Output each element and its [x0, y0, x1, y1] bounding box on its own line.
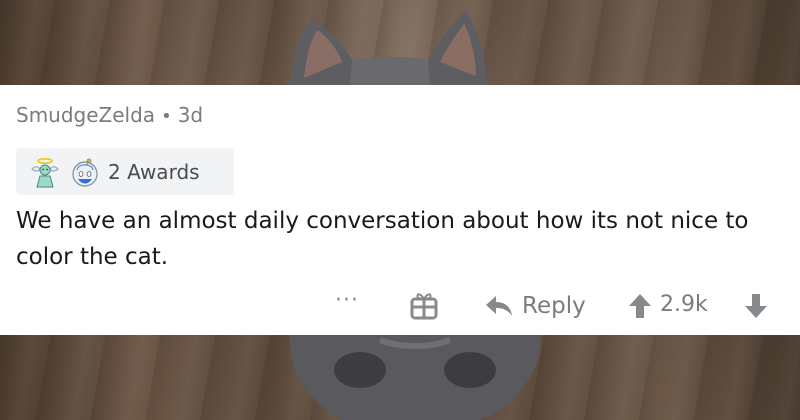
reply-button[interactable]: Reply [484, 288, 586, 324]
angel-award-icon [31, 157, 59, 187]
awards-count-label: 2 Awards [108, 159, 200, 184]
comment-meta: SmudgeZelda • 3d [16, 103, 203, 127]
awards-badge[interactable]: 2 Awards [16, 148, 234, 195]
comment-age: 3d [177, 103, 204, 127]
comment-actions-bar: ··· Reply 2.9k [0, 284, 800, 328]
downvote-arrow-icon[interactable] [744, 292, 768, 320]
author-name[interactable]: SmudgeZelda [16, 103, 155, 127]
more-options-button[interactable]: ··· [332, 290, 362, 320]
reply-arrow-icon [486, 296, 512, 316]
gift-icon[interactable] [410, 290, 438, 320]
reply-label: Reply [522, 293, 586, 319]
meta-separator: • [161, 106, 172, 127]
wholesome-award-icon [72, 158, 98, 187]
cat-head-image [289, 334, 541, 420]
upvote-arrow-icon[interactable] [628, 292, 652, 320]
cat-ears-image [290, 10, 488, 86]
vote-score: 2.9k [660, 292, 708, 317]
comment-body: We have an almost daily conversation abo… [16, 208, 749, 270]
